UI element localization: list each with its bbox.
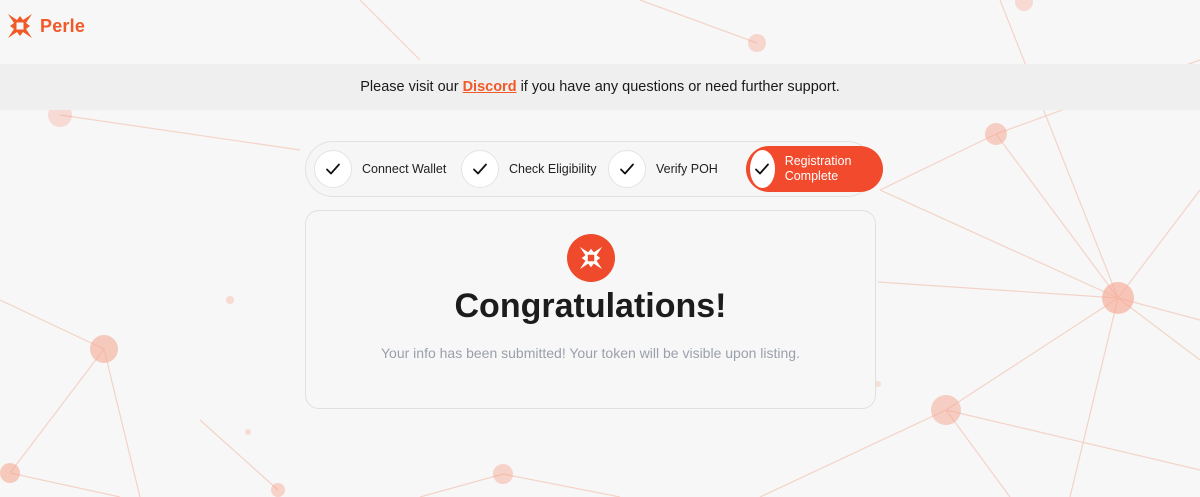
support-banner: Please visit our Discord if you have any… (0, 64, 1200, 110)
check-icon (314, 150, 352, 188)
success-card: Congratulations! Your info has been subm… (305, 210, 876, 409)
congratulations-title: Congratulations! (454, 287, 727, 325)
discord-link[interactable]: Discord (463, 79, 517, 95)
step-verify-poh: Verify POH (608, 148, 718, 190)
banner-prefix: Please visit our (360, 79, 459, 95)
step-label: Verify POH (656, 161, 718, 176)
check-icon (461, 150, 499, 188)
step-label: Connect Wallet (362, 161, 447, 176)
brand-logo[interactable]: Perle (6, 12, 85, 40)
registration-stepper: Connect Wallet Check Eligibility Verify … (305, 141, 883, 197)
perle-logo-icon (6, 12, 34, 40)
step-check-eligibility: Check Eligibility (461, 148, 597, 190)
submission-message: Your info has been submitted! Your token… (381, 345, 800, 361)
brand-name: Perle (40, 15, 86, 36)
check-icon (608, 150, 646, 188)
step-connect-wallet: Connect Wallet (314, 148, 446, 190)
check-icon (750, 150, 775, 188)
banner-suffix: if you have any questions or need furthe… (520, 79, 840, 95)
step-label: Registration Complete (784, 154, 852, 183)
step-label: Check Eligibility (509, 161, 597, 176)
perle-badge-icon (567, 234, 615, 282)
step-registration-complete: Registration Complete (746, 146, 883, 192)
